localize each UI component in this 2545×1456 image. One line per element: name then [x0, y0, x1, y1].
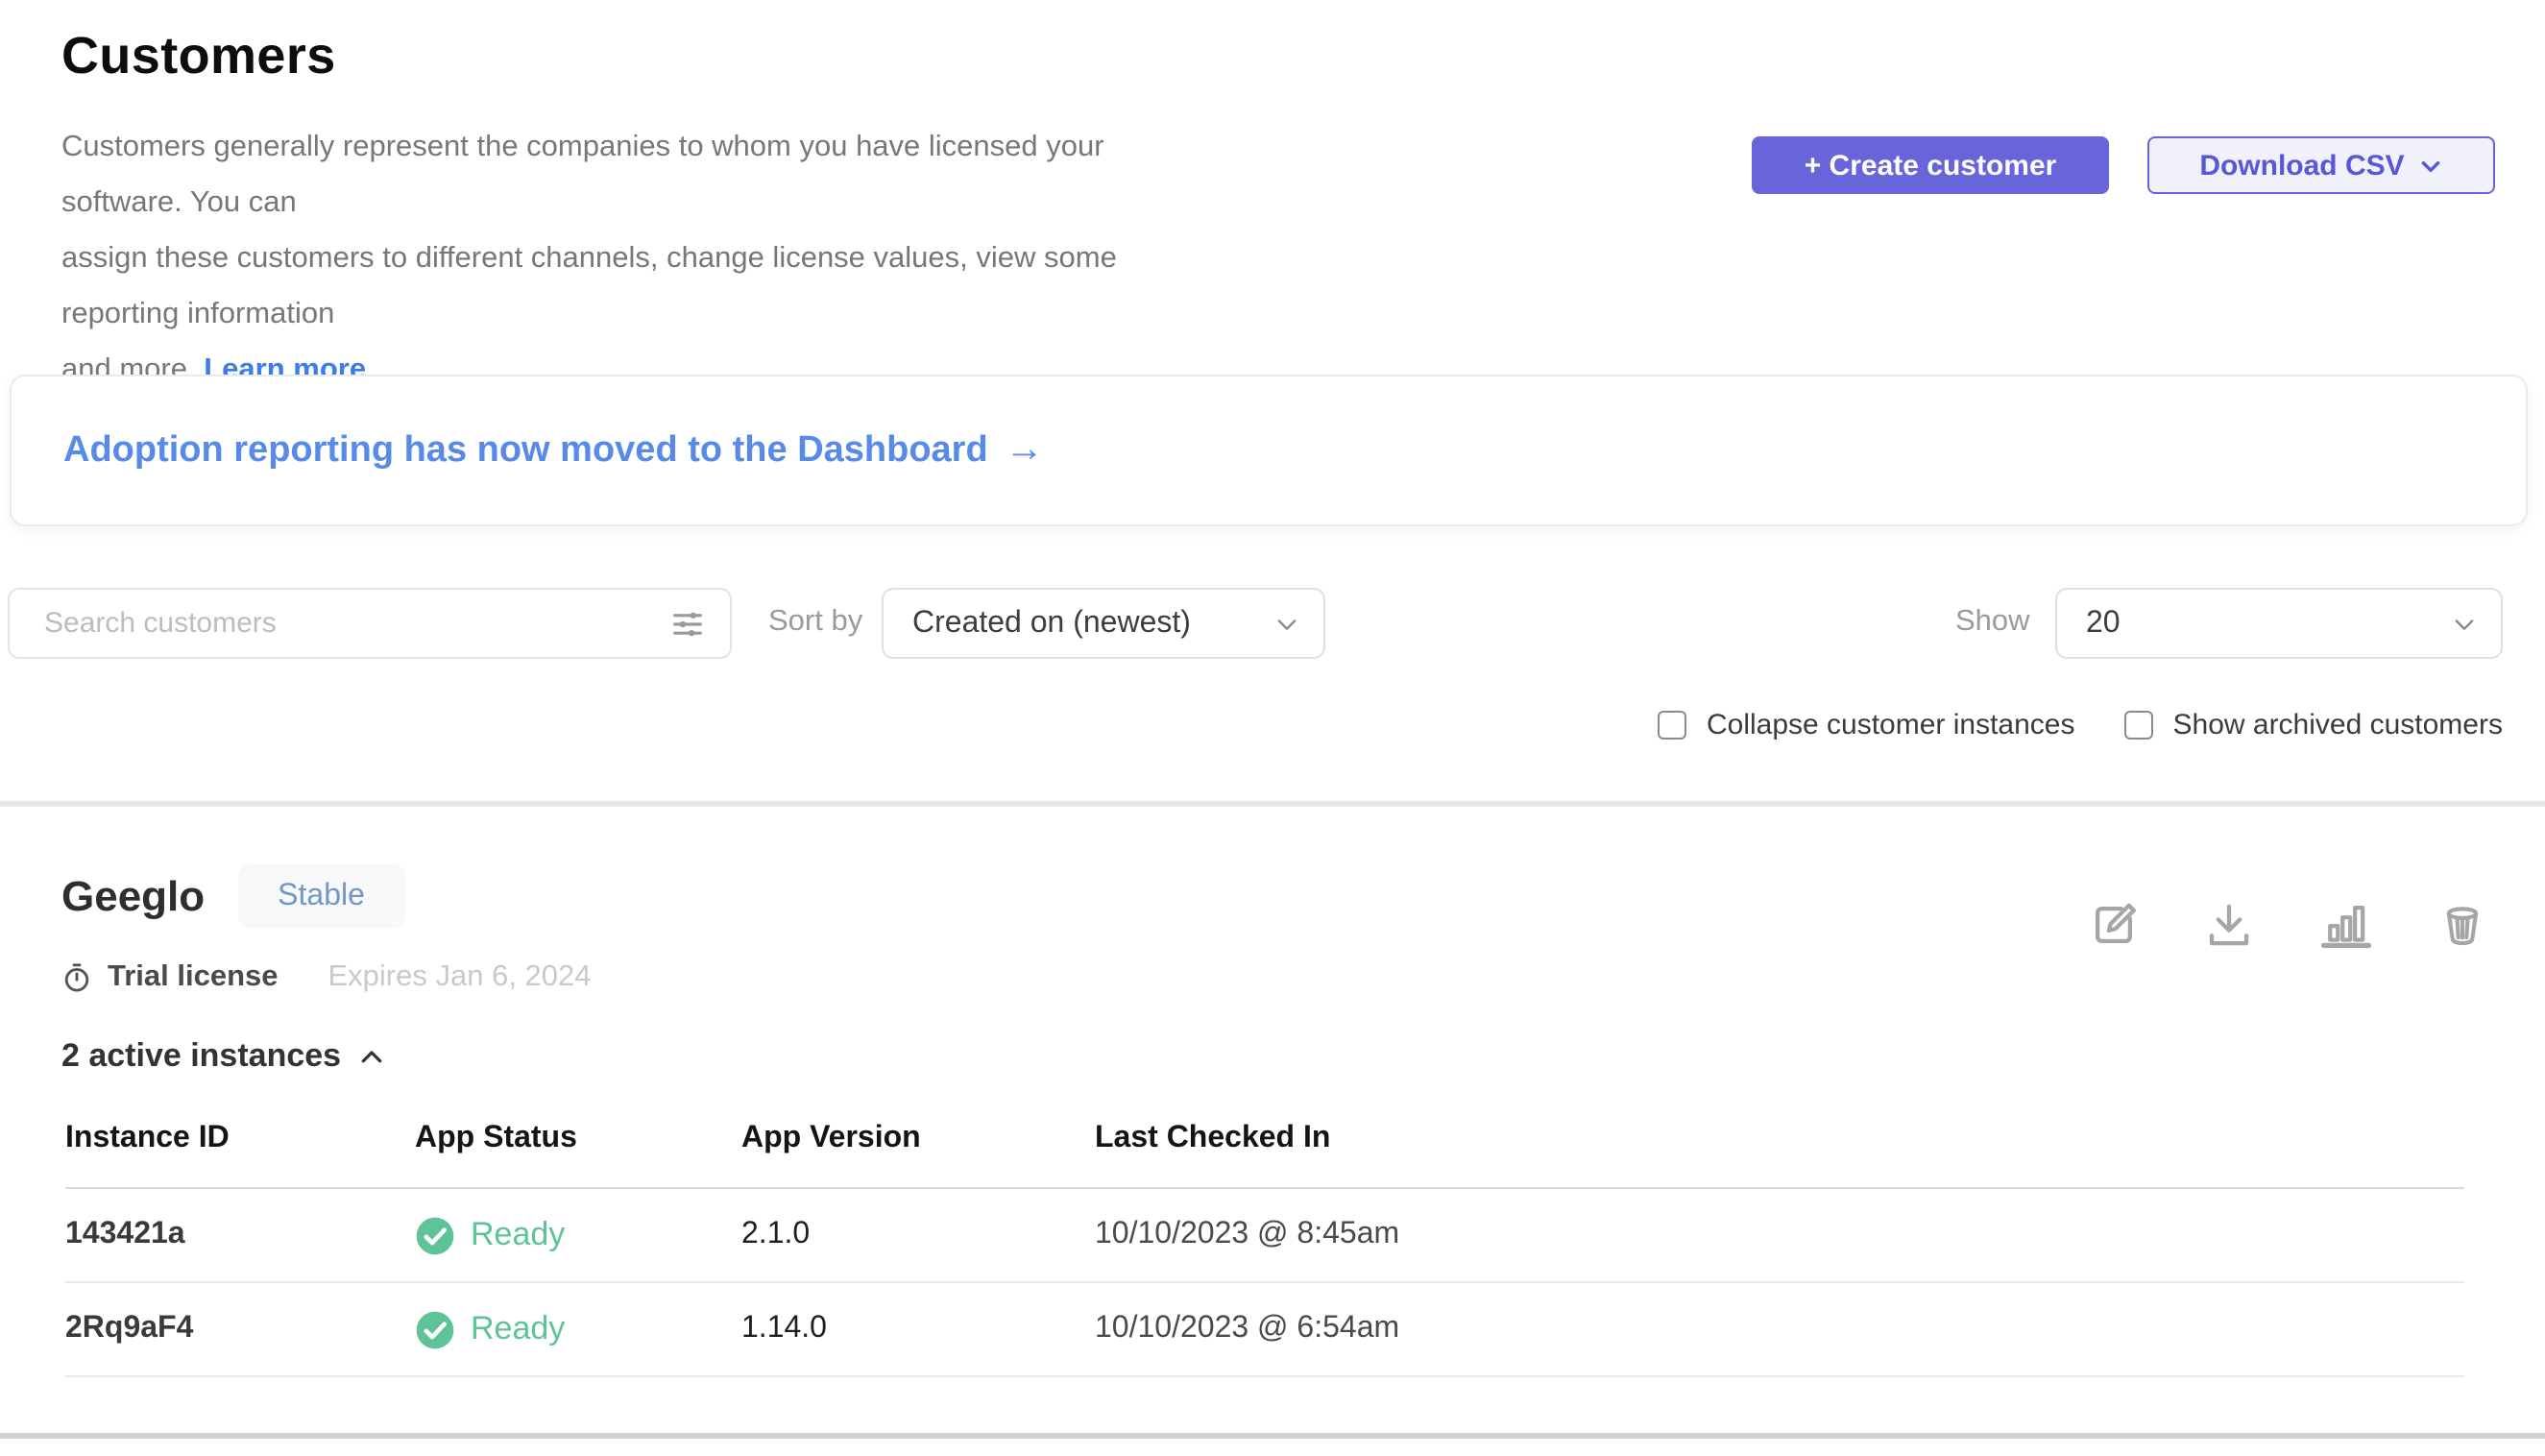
license-type: Trial license [108, 960, 279, 995]
customers-page: Customers Customers generally represent … [0, 0, 2545, 1456]
column-header-app-version: App Version [741, 1122, 1095, 1156]
list-options-row: Collapse customer instances Show archive… [1659, 701, 2503, 747]
customer-actions [2088, 899, 2487, 951]
timer-icon [60, 960, 94, 995]
description-line: assign these customers to different chan… [61, 231, 1214, 342]
last-checked-in-cell: 10/10/2023 @ 6:54am [1095, 1312, 2464, 1347]
trash-icon[interactable] [2437, 899, 2487, 951]
collapse-instances-checkbox[interactable] [1659, 710, 1687, 739]
show-archived-label: Show archived customers [2173, 708, 2504, 740]
customer-bottom-divider [0, 1433, 2545, 1438]
show-archived-checkbox[interactable] [2125, 710, 2154, 739]
instances-table-header: Instance ID App Status App Version Last … [65, 1122, 2464, 1189]
chart-icon[interactable] [2318, 899, 2374, 951]
app-status-label: Ready [471, 1310, 565, 1348]
sort-select-value: Created on (newest) [912, 606, 1191, 641]
instance-id-cell: 143421a [65, 1218, 415, 1252]
adoption-reporting-banner: Adoption reporting has now moved to the … [10, 375, 2528, 526]
table-row: 143421a Ready 2.1.0 10/10/2023 @ 8:45am [65, 1189, 2464, 1283]
show-count-value: 20 [2086, 606, 2121, 641]
chevron-down-icon [1273, 610, 1300, 637]
active-instances-label: 2 active instances [61, 1037, 341, 1076]
sort-by-label: Sort by [768, 605, 862, 640]
section-divider [0, 801, 2545, 807]
collapse-instances-label: Collapse customer instances [1707, 708, 2075, 740]
column-header-app-status: App Status [415, 1122, 741, 1156]
show-count-select[interactable]: 20 [2055, 588, 2503, 659]
instances-table: Instance ID App Status App Version Last … [65, 1122, 2464, 1377]
instance-id-cell: 2Rq9aF4 [65, 1312, 415, 1347]
app-version-cell: 1.14.0 [741, 1312, 1095, 1347]
last-checked-in-cell: 10/10/2023 @ 8:45am [1095, 1218, 2464, 1252]
customer-header: Geeglo Stable [61, 864, 405, 928]
check-circle-icon [415, 1309, 455, 1349]
app-status-cell: Ready [415, 1215, 741, 1255]
sort-select[interactable]: Created on (newest) [882, 588, 1325, 659]
adoption-reporting-link[interactable]: Adoption reporting has now moved to the … [63, 428, 1044, 473]
active-instances-toggle[interactable]: 2 active instances [61, 1037, 385, 1076]
download-icon[interactable] [2203, 899, 2255, 951]
filter-sliders-icon[interactable] [668, 604, 707, 643]
app-status-label: Ready [471, 1216, 565, 1254]
download-csv-label: Download CSV [2199, 149, 2404, 182]
chevron-down-icon [2418, 153, 2443, 178]
banner-text: Adoption reporting has now moved to the … [63, 429, 988, 472]
chevron-up-icon [356, 1042, 385, 1071]
app-version-cell: 2.1.0 [741, 1218, 1095, 1252]
license-row: Trial license Expires Jan 6, 2024 [60, 960, 592, 995]
customer-name: Geeglo [61, 871, 205, 921]
description-line: Customers generally represent the compan… [61, 119, 1214, 231]
column-header-instance-id: Instance ID [65, 1122, 415, 1156]
download-csv-button[interactable]: Download CSV [2147, 136, 2495, 194]
table-row: 2Rq9aF4 Ready 1.14.0 10/10/2023 @ 6:54am [65, 1283, 2464, 1377]
app-status-cell: Ready [415, 1309, 741, 1349]
check-circle-icon [415, 1215, 455, 1255]
show-archived-option: Show archived customers [2125, 708, 2504, 740]
create-customer-button[interactable]: + Create customer [1752, 136, 2109, 194]
collapse-instances-option: Collapse customer instances [1659, 708, 2075, 740]
edit-icon[interactable] [2088, 899, 2140, 951]
arrow-right-icon: → [1006, 428, 1044, 473]
show-label: Show [1955, 605, 2030, 640]
search-box [8, 588, 732, 659]
search-input[interactable] [10, 607, 668, 640]
chevron-down-icon [2451, 610, 2478, 637]
page-description: Customers generally represent the compan… [61, 119, 1214, 398]
channel-badge: Stable [237, 864, 405, 928]
column-header-last-checked-in: Last Checked In [1095, 1122, 2464, 1156]
page-title: Customers [61, 27, 336, 86]
license-expires: Expires Jan 6, 2024 [328, 960, 592, 995]
